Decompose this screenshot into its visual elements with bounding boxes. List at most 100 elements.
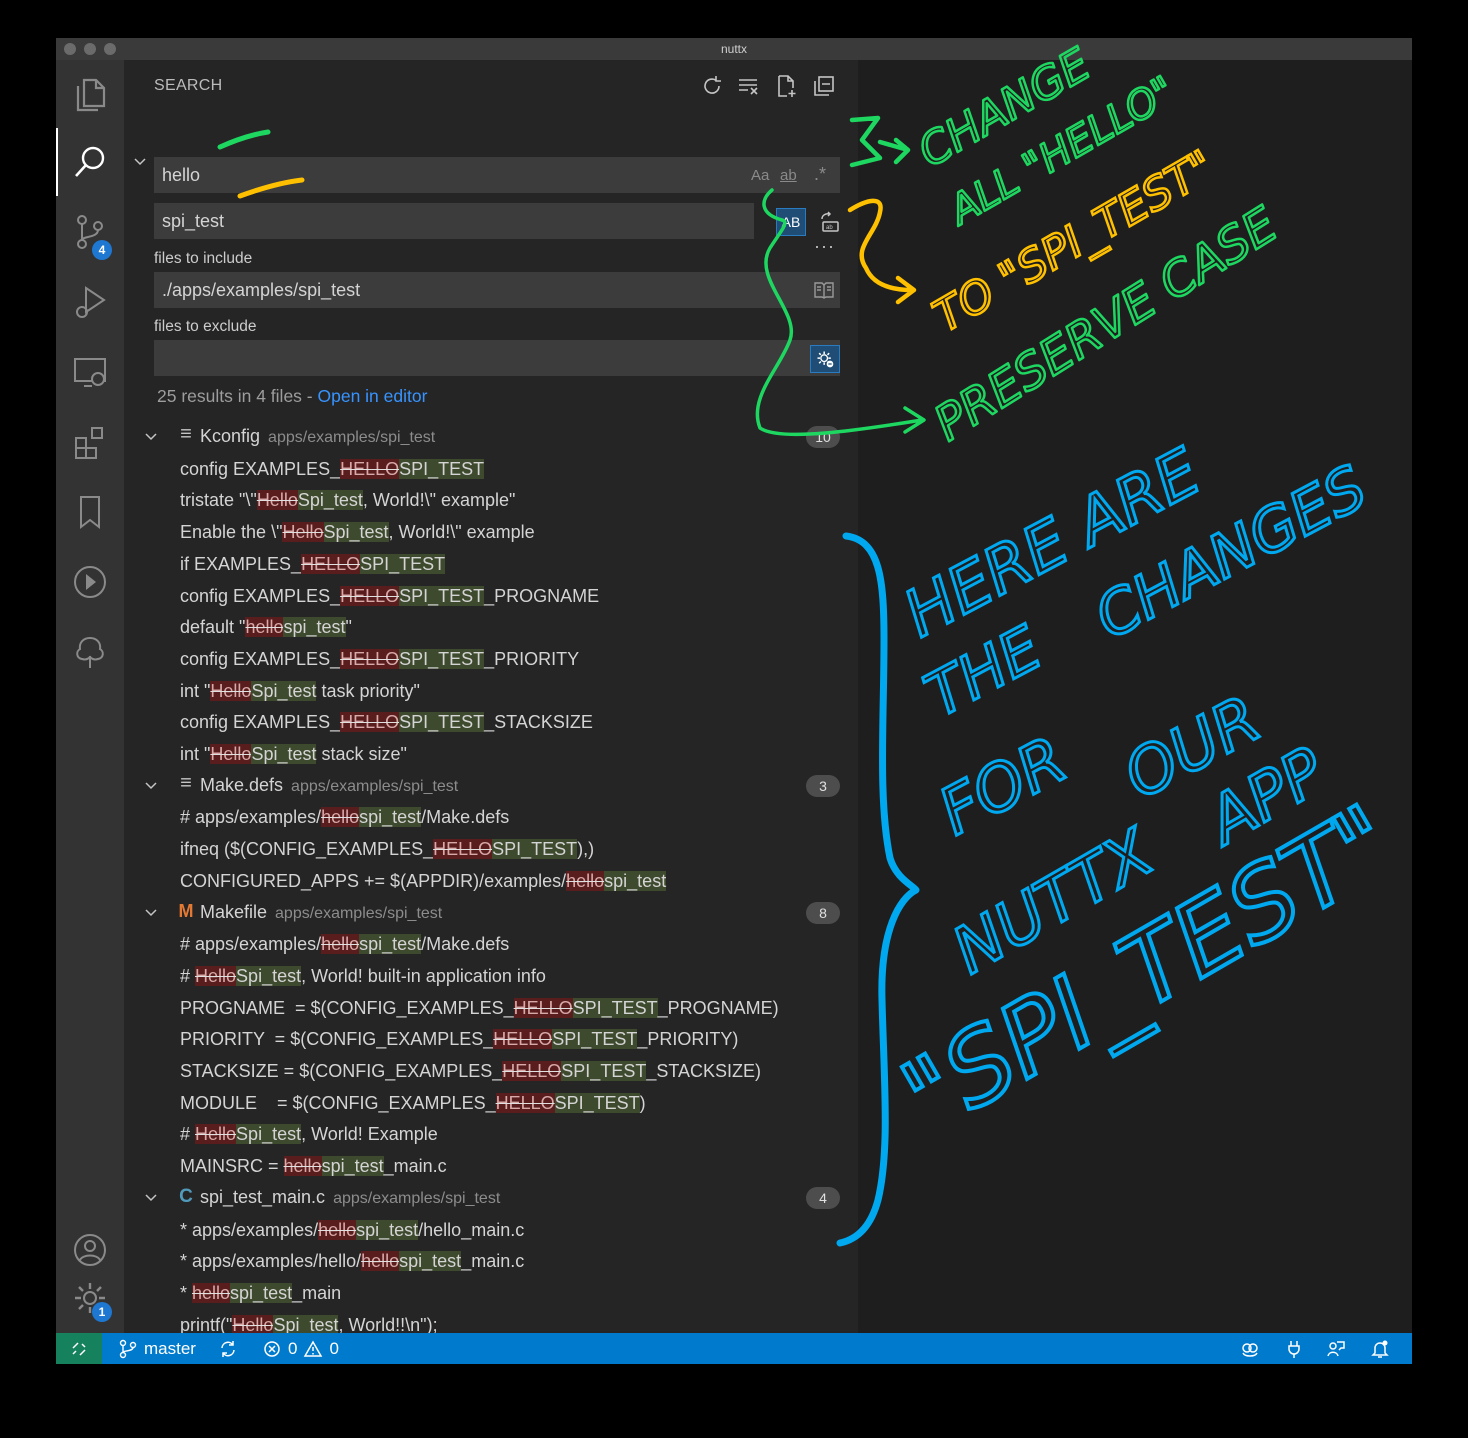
copilot-status-button[interactable] bbox=[1240, 1333, 1260, 1364]
result-file-row[interactable]: ≡ Make.defs apps/examples/spi_test 3 bbox=[124, 770, 858, 802]
replace-all-button[interactable]: ab bbox=[818, 210, 842, 234]
collapse-chevron-icon[interactable] bbox=[144, 906, 158, 920]
result-match-row[interactable]: MAINSRC = hellospi_test_main.c bbox=[180, 1150, 447, 1182]
extensions-button[interactable] bbox=[56, 408, 124, 476]
match-whole-word-toggle[interactable]: ab bbox=[780, 167, 797, 184]
bookmarks-button[interactable] bbox=[56, 478, 124, 546]
match-context-text: # apps/examples/ bbox=[180, 807, 322, 828]
clear-results-button[interactable] bbox=[736, 74, 760, 98]
match-count-badge: 4 bbox=[806, 1186, 840, 1209]
warning-icon bbox=[304, 1339, 323, 1357]
result-match-row[interactable]: Enable the \"HelloSpi_test, World!\" exa… bbox=[180, 516, 535, 548]
remote-connection-icon bbox=[72, 1341, 86, 1356]
result-match-row[interactable]: config EXAMPLES_HELLOSPI_TEST_PRIORITY bbox=[180, 643, 579, 675]
file-name-text: Kconfig bbox=[200, 426, 261, 446]
source-control-button[interactable]: 4 bbox=[56, 198, 124, 266]
removed-text: HELLO bbox=[502, 1061, 562, 1081]
result-match-row[interactable]: ifneq ($(CONFIG_EXAMPLES_HELLOSPI_TEST),… bbox=[180, 833, 594, 865]
run-button[interactable] bbox=[56, 548, 124, 616]
file-path-text: apps/examples/spi_test bbox=[268, 429, 436, 446]
removed-text: Hello bbox=[232, 1314, 274, 1335]
result-match-row[interactable]: * hellospi_test_main bbox=[180, 1277, 341, 1309]
manage-settings-button[interactable]: 1 bbox=[56, 1264, 124, 1332]
problems-status-item[interactable]: 0 0 bbox=[262, 1333, 339, 1364]
removed-text: HELLO bbox=[513, 997, 573, 1018]
svg-text:ab: ab bbox=[826, 225, 833, 231]
collapse-chevron-icon[interactable] bbox=[144, 430, 158, 444]
result-match-row[interactable]: # apps/examples/hellospi_test/Make.defs bbox=[180, 928, 509, 960]
match-context-text: # bbox=[180, 965, 196, 986]
result-match-row[interactable]: PRIORITY = $(CONFIG_EXAMPLES_HELLOSPI_TE… bbox=[180, 1023, 738, 1055]
result-file-row[interactable]: M Makefile apps/examples/spi_test 8 bbox=[124, 897, 858, 929]
plug-status-button[interactable] bbox=[1284, 1333, 1304, 1364]
match-context-text: , World! Example bbox=[301, 1124, 438, 1145]
preserve-case-toggle[interactable]: AB bbox=[776, 208, 806, 236]
collapse-chevron-icon[interactable] bbox=[144, 779, 158, 793]
use-exclude-settings-toggle[interactable] bbox=[810, 345, 840, 373]
tree-view-button[interactable] bbox=[56, 618, 124, 686]
inserted-text: spi_test bbox=[399, 1251, 462, 1272]
match-context-text: _PROGNAME bbox=[484, 585, 600, 606]
removed-text: HELLO bbox=[493, 1029, 553, 1050]
replace-text: spi_test bbox=[162, 210, 225, 231]
removed-text: HELLO bbox=[301, 553, 361, 574]
toggle-search-details-button[interactable]: ··· bbox=[814, 236, 835, 257]
new-search-editor-button[interactable] bbox=[774, 74, 798, 98]
replace-input[interactable]: spi_test bbox=[154, 203, 750, 239]
remote-explorer-button[interactable] bbox=[56, 338, 124, 406]
open-in-editor-link[interactable]: Open in editor bbox=[318, 386, 428, 406]
result-match-row[interactable]: tristate "\"HelloSpi_test, World!\" exam… bbox=[180, 484, 515, 516]
result-match-row[interactable]: MODULE = $(CONFIG_EXAMPLES_HELLOSPI_TEST… bbox=[180, 1087, 646, 1119]
explorer-button[interactable] bbox=[56, 60, 124, 128]
result-match-row[interactable]: # apps/examples/hellospi_test/Make.defs bbox=[180, 801, 509, 833]
result-match-row[interactable]: config EXAMPLES_HELLOSPI_TEST bbox=[180, 453, 485, 485]
search-query-text: hello bbox=[162, 164, 201, 185]
result-file-row[interactable]: Cspi_test_main.c apps/examples/spi_test 4 bbox=[124, 1182, 858, 1214]
result-match-row[interactable]: if EXAMPLES_HELLOSPI_TEST bbox=[180, 548, 446, 580]
collapse-chevron-icon[interactable] bbox=[144, 1191, 158, 1205]
remote-explorer-icon bbox=[74, 358, 106, 387]
result-file-row[interactable]: ≡ Kconfig apps/examples/spi_test 10 bbox=[124, 421, 858, 453]
inserted-text: SPI_TEST bbox=[552, 1029, 638, 1050]
removed-text: hello bbox=[318, 1219, 357, 1240]
search-view-button[interactable] bbox=[56, 128, 124, 196]
result-match-row[interactable]: config EXAMPLES_HELLOSPI_TEST_PROGNAME bbox=[180, 580, 599, 612]
match-context-text: PRIORITY = $(CONFIG_EXAMPLES_ bbox=[180, 1029, 494, 1050]
refresh-button[interactable] bbox=[700, 74, 724, 98]
files-to-exclude-input[interactable] bbox=[154, 340, 840, 376]
scm-count-badge: 4 bbox=[92, 240, 112, 260]
toggle-replace-chevron-icon[interactable] bbox=[132, 154, 148, 170]
result-match-row[interactable]: * apps/examples/hello/hellospi_test_main… bbox=[180, 1245, 524, 1277]
match-case-toggle[interactable]: Aa bbox=[751, 167, 769, 184]
result-match-row[interactable]: int "HelloSpi_test stack size" bbox=[180, 738, 407, 770]
result-match-row[interactable]: STACKSIZE = $(CONFIG_EXAMPLES_HELLOSPI_T… bbox=[180, 1055, 761, 1087]
feedback-button[interactable] bbox=[1326, 1333, 1346, 1364]
inserted-text: spi_test bbox=[604, 870, 667, 891]
result-match-row[interactable]: # HelloSpi_test, World! built-in applica… bbox=[180, 960, 546, 992]
result-match-row[interactable]: config EXAMPLES_HELLOSPI_TEST_STACKSIZE bbox=[180, 706, 593, 738]
match-context-text: " bbox=[345, 617, 352, 638]
result-match-row[interactable]: * apps/examples/hellospi_test/hello_main… bbox=[180, 1214, 524, 1246]
match-context-text: config EXAMPLES_ bbox=[180, 585, 341, 606]
collapse-all-button[interactable] bbox=[812, 74, 836, 98]
notifications-button[interactable] bbox=[1370, 1333, 1390, 1364]
inserted-text: Spi_test bbox=[251, 680, 317, 701]
result-match-row[interactable]: default "hellospi_test" bbox=[180, 611, 352, 643]
files-icon bbox=[76, 78, 106, 112]
makefile-m-icon: M bbox=[178, 900, 194, 921]
search-input[interactable]: hello bbox=[154, 157, 840, 193]
result-match-row[interactable]: # HelloSpi_test, World! Example bbox=[180, 1118, 438, 1150]
use-regex-toggle[interactable]: .* bbox=[814, 164, 826, 185]
run-debug-button[interactable] bbox=[56, 268, 124, 336]
result-match-row[interactable]: PROGNAME = $(CONFIG_EXAMPLES_HELLOSPI_TE… bbox=[180, 992, 779, 1024]
result-match-row[interactable]: int "HelloSpi_test task priority" bbox=[180, 675, 420, 707]
results-summary: 25 results in 4 files - Open in editor bbox=[157, 386, 427, 407]
branch-status-item[interactable]: master bbox=[118, 1333, 196, 1364]
removed-text: hello bbox=[566, 870, 605, 891]
files-to-include-input[interactable]: ./apps/examples/spi_test bbox=[154, 272, 840, 308]
remote-indicator-button[interactable] bbox=[56, 1333, 102, 1364]
result-match-row[interactable]: CONFIGURED_APPS += $(APPDIR)/examples/he… bbox=[180, 865, 667, 897]
search-open-editors-button[interactable] bbox=[812, 278, 836, 302]
sync-button[interactable] bbox=[218, 1333, 238, 1364]
match-context-text: , World!\" example" bbox=[362, 490, 516, 511]
